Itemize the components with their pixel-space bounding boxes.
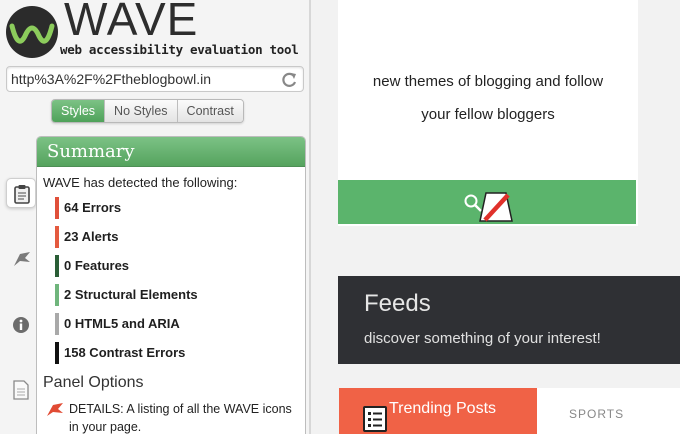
wave-logo[interactable]: WAVE web accessibility evaluation tool — [4, 0, 309, 60]
tab-reference[interactable] — [6, 375, 36, 405]
contrast-color-bar — [55, 342, 59, 364]
summary-intro: WAVE has detected the following: — [43, 175, 238, 190]
stat-label: 158 Contrast Errors — [64, 345, 186, 360]
tab-documentation[interactable] — [6, 310, 36, 340]
feeds-banner: Feeds discover something of your interes… — [338, 276, 680, 364]
stat-label: 0 Features — [64, 258, 130, 273]
refresh-icon[interactable] — [280, 71, 298, 89]
url-input[interactable]: http%3A%2F%2Ftheblogbowl.in — [11, 71, 211, 87]
trending-posts-label: Trending Posts — [389, 400, 497, 417]
wave-subtitle: web accessibility evaluation tool — [60, 42, 299, 57]
wave-logo-text: WAVE — [64, 0, 199, 45]
tab-summary[interactable] — [6, 178, 36, 208]
panel-options-title: Panel Options — [43, 374, 144, 391]
stat-label: 23 Alerts — [64, 229, 119, 244]
errors-color-bar — [55, 197, 59, 219]
intro-text-line-1: new themes of blogging and follow — [372, 73, 604, 90]
wave-logo-icon — [6, 6, 58, 58]
view-switch: Styles No Styles Contrast — [51, 99, 244, 123]
web-page-content: new themes of blogging and follow your f… — [311, 0, 680, 434]
wave-sidebar: WAVE web accessibility evaluation tool h… — [0, 0, 311, 434]
info-icon — [12, 316, 30, 338]
summary-title: Summary — [47, 141, 135, 162]
structural-color-bar — [55, 284, 59, 306]
clipboard-icon — [14, 184, 30, 208]
search-bar[interactable] — [338, 180, 636, 224]
summary-panel: Summary WAVE has detected the following:… — [36, 136, 306, 434]
tab-trending-posts[interactable]: Trending Posts — [339, 388, 537, 434]
list-icon — [363, 406, 387, 432]
details-arrow-icon — [45, 402, 65, 418]
tab-details[interactable] — [6, 244, 36, 274]
features-color-bar — [55, 255, 59, 277]
details-text: DETAILS: A listing of all the WAVE icons… — [69, 402, 292, 434]
tab-sports[interactable]: SPORTS — [537, 388, 680, 434]
html5-aria-color-bar — [55, 313, 59, 335]
stat-label: 64 Errors — [64, 200, 122, 215]
url-bar[interactable]: http%3A%2F%2Ftheblogbowl.in — [6, 66, 304, 92]
flag-icon — [12, 250, 32, 272]
sports-label: SPORTS — [569, 407, 625, 421]
intro-text-line-2: your fellow bloggers — [421, 106, 555, 123]
contrast-error-icon[interactable] — [479, 192, 513, 222]
alerts-color-bar — [55, 226, 59, 248]
contrast-button[interactable]: Contrast — [176, 100, 243, 122]
document-icon — [13, 380, 29, 404]
styles-button[interactable]: Styles — [52, 100, 105, 122]
stat-label: 0 HTML5 and ARIA — [64, 316, 180, 331]
stat-label: 2 Structural Elements — [64, 287, 198, 302]
feeds-title: Feeds — [364, 290, 431, 317]
no-styles-button[interactable]: No Styles — [104, 100, 177, 122]
feeds-subtitle: discover something of your interest! — [364, 330, 601, 347]
